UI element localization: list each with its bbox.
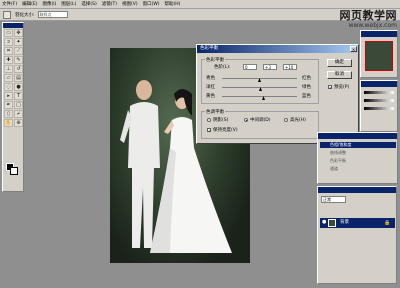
eye-icon[interactable]: ● — [322, 219, 326, 227]
navigator-panel-tabs[interactable] — [361, 31, 397, 37]
magenta-label: 洋红 — [206, 85, 215, 90]
color-balance-group-label: 色彩平衡 — [205, 57, 225, 63]
tone-balance-group-label: 色调平衡 — [205, 109, 225, 115]
color-slider-b[interactable] — [364, 107, 394, 110]
notes-tool-icon[interactable]: ▯ — [4, 110, 13, 118]
menu-view[interactable]: 视图(V) — [122, 1, 138, 7]
layer-name: 背景 — [340, 220, 349, 225]
history-brush-tool-icon[interactable]: ↺ — [14, 65, 23, 73]
color-balance-dialog: 色彩平衡 ✕ 色彩平衡 色阶(L): 0 +3 +10 青色 红色 洋红 绿色 … — [196, 44, 359, 144]
path-select-tool-icon[interactable]: ▸ — [4, 92, 13, 100]
brush-tool-icon[interactable]: ✎ — [14, 56, 23, 64]
marquee-tool-icon[interactable]: ▭ — [4, 29, 13, 37]
history-item[interactable]: 曲线调整 — [320, 150, 396, 156]
midtones-label: 中间调(D) — [250, 118, 271, 123]
watermark-title: 网页教学网 — [339, 9, 397, 22]
shape-tool-icon[interactable]: □ — [14, 101, 23, 109]
level-cyan-red-input[interactable]: 0 — [243, 64, 257, 70]
crop-tool-icon[interactable]: ⌗ — [4, 47, 13, 55]
history-item[interactable]: 通道 — [320, 166, 396, 172]
sample-size-label: 羽化大小: — [15, 12, 35, 18]
history-item[interactable]: 色相/饱和度 — [320, 142, 396, 148]
color-slider-g[interactable] — [364, 99, 394, 102]
midtones-radio[interactable] — [244, 118, 248, 122]
history-panel-tabs[interactable] — [318, 133, 397, 139]
eyedropper-icon[interactable]: ⌿ — [14, 110, 23, 118]
dialog-title: 色彩平衡 — [200, 46, 218, 51]
blend-mode-select[interactable]: 正常 — [321, 196, 346, 203]
lock-icon: 🔒 — [384, 220, 391, 226]
background-color-swatch[interactable] — [10, 167, 18, 175]
cancel-button[interactable]: 取消 — [327, 71, 352, 79]
navigator-thumbnail[interactable] — [365, 41, 393, 71]
history-panel: 色相/饱和度 曲线调整 色彩平衡 通道 — [317, 132, 398, 184]
levels-label: 色阶(L): — [214, 65, 231, 70]
lasso-tool-icon[interactable]: ↄ — [4, 38, 13, 46]
color-panel-tabs[interactable] — [361, 81, 397, 87]
close-icon[interactable]: ✕ — [350, 46, 357, 52]
magic-wand-tool-icon[interactable]: ✦ — [14, 38, 23, 46]
preserve-luminosity-checkbox[interactable]: ✓ — [207, 128, 211, 133]
green-label: 绿色 — [302, 85, 311, 90]
blue-label: 蓝色 — [302, 94, 311, 99]
menu-window[interactable]: 窗口(W) — [143, 1, 160, 7]
watermark: 网页教学网 www.webjx.com — [340, 7, 398, 29]
watermark-url: www.webjx.com — [348, 22, 397, 29]
magenta-green-slider-track[interactable] — [222, 87, 297, 88]
level-yellow-blue-input[interactable]: +10 — [283, 64, 297, 70]
pen-tool-icon[interactable]: ✒ — [4, 101, 13, 109]
layers-panel-tabs[interactable] — [318, 187, 396, 193]
tone-balance-group: 色调平衡 阴影(S) 中间调(D) 高光(H) ✓ 保持亮度(V) — [201, 109, 319, 139]
yellow-label: 黄色 — [206, 94, 215, 99]
shadows-label: 阴影(S) — [213, 118, 229, 123]
color-slider-r[interactable] — [364, 91, 394, 94]
shadows-radio[interactable] — [207, 118, 211, 122]
history-item[interactable]: 色彩平衡 — [320, 158, 396, 164]
preview-label: 预览(P) — [334, 85, 350, 90]
dodge-tool-icon[interactable]: ● — [14, 83, 23, 91]
cyan-label: 青色 — [206, 76, 215, 81]
zoom-tool-icon[interactable]: ⊕ — [14, 119, 23, 127]
ok-button[interactable]: 确定 — [327, 59, 352, 67]
eyedropper-tool-icon[interactable] — [3, 10, 11, 19]
menu-layer[interactable]: 图层(L) — [61, 1, 76, 7]
menu-file[interactable]: 文件(F) — [2, 1, 17, 7]
color-balance-group: 色彩平衡 色阶(L): 0 +3 +10 青色 红色 洋红 绿色 黄色 蓝色 — [201, 57, 319, 104]
highlights-label: 高光(H) — [290, 118, 306, 123]
red-label: 红色 — [302, 76, 311, 81]
blur-tool-icon[interactable]: ◌ — [4, 83, 13, 91]
hand-tool-icon[interactable]: ✋ — [4, 119, 13, 127]
highlights-radio[interactable] — [284, 118, 288, 122]
layer-thumbnail — [328, 219, 336, 227]
color-panel — [360, 80, 398, 132]
toolbox: ▭ ✥ ↄ ✦ ⌗ ⟋ ✚ ✎ ⊥ ↺ ▱ ▤ ◌ ● ▸ T ✒ □ ▯ ⌿ … — [2, 22, 24, 192]
type-tool-icon[interactable]: T — [14, 92, 23, 100]
menu-edit[interactable]: 编辑(E) — [22, 1, 37, 7]
sample-size-select[interactable]: 取样点 — [37, 11, 68, 18]
menu-select[interactable]: 选择(S) — [81, 1, 96, 7]
menu-filter[interactable]: 滤镜(T) — [102, 1, 117, 7]
layers-panel: 正常 背景 ● 🔒 — [317, 186, 397, 284]
menu-image[interactable]: 图像(I) — [42, 1, 56, 7]
preserve-luminosity-label: 保持亮度(V) — [213, 128, 238, 133]
dialog-titlebar[interactable]: 色彩平衡 ✕ — [197, 45, 358, 53]
eraser-tool-icon[interactable]: ▱ — [4, 74, 13, 82]
move-tool-icon[interactable]: ✥ — [14, 29, 23, 37]
menu-help[interactable]: 帮助(H) — [165, 1, 181, 7]
gradient-tool-icon[interactable]: ▤ — [14, 74, 23, 82]
heal-tool-icon[interactable]: ✚ — [4, 56, 13, 64]
level-magenta-green-input[interactable]: +3 — [263, 64, 277, 70]
slice-tool-icon[interactable]: ⟋ — [14, 47, 23, 55]
navigator-panel — [360, 30, 398, 78]
yellow-blue-slider-track[interactable] — [222, 96, 297, 97]
stamp-tool-icon[interactable]: ⊥ — [4, 65, 13, 73]
preview-checkbox[interactable]: ✓ — [328, 85, 332, 90]
